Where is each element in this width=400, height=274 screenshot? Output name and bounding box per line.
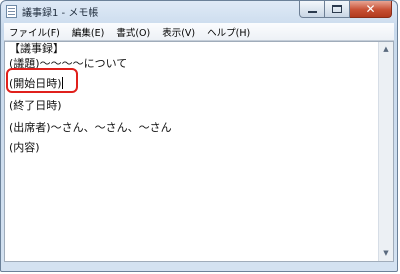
menu-view[interactable]: 表示(V) [162,25,195,39]
window-controls: ✕ [299,1,392,19]
close-button[interactable]: ✕ [350,1,392,18]
minimize-button[interactable] [299,1,325,18]
menu-bar: ファイル(F) 編集(E) 書式(O) 表示(V) ヘルプ(H) [4,23,394,41]
menu-format[interactable]: 書式(O) [116,25,150,39]
title-bar[interactable]: 議事録1 - メモ帳 ✕ [1,1,397,23]
menu-help[interactable]: ヘルプ(H) [207,25,250,39]
menu-edit[interactable]: 編集(E) [72,25,104,39]
minimize-icon [308,11,317,13]
notepad-window: 議事録1 - メモ帳 ✕ ファイル(F) 編集(E) 書式(O) 表示(V) ヘ… [0,0,398,272]
text-line-end-time: (終了日時) [9,99,62,112]
scroll-up-icon[interactable]: ▲ [379,42,393,57]
menu-file[interactable]: ファイル(F) [9,25,60,39]
highlight-annotation [6,68,78,93]
text-line-attendees: (出席者)〜さん、〜さん、〜さん [9,121,172,134]
maximize-button[interactable] [325,1,350,18]
close-icon: ✕ [365,2,376,16]
window-title: 議事録1 - メモ帳 [22,8,99,19]
scroll-down-icon[interactable]: ▼ [379,246,393,261]
vertical-scrollbar[interactable]: ▲ ▼ [378,42,393,261]
text-editor[interactable]: 【議事録】 (議題)〜〜〜〜について (開始日時) (終了日時) (出席者)〜さ… [4,41,394,262]
notepad-icon [6,5,17,18]
text-line-title: 【議事録】 [9,42,64,55]
maximize-icon [332,5,342,13]
text-line-content: (内容) [9,141,40,154]
